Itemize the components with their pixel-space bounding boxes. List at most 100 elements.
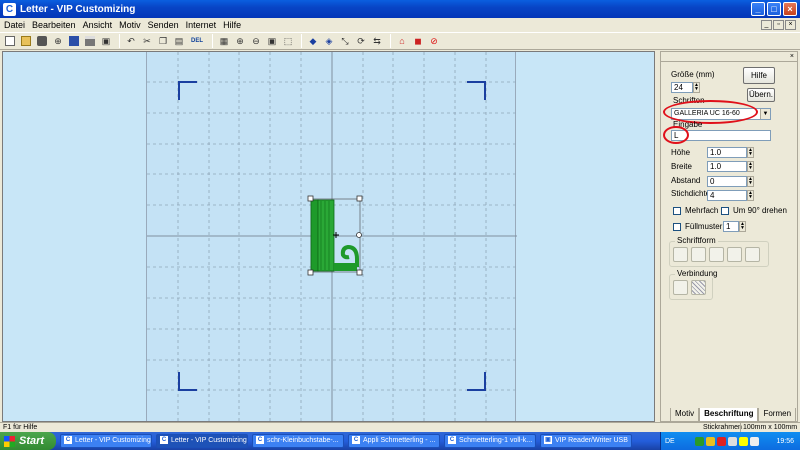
connection-none-button[interactable] bbox=[673, 280, 688, 295]
hoop-area[interactable] bbox=[146, 52, 517, 421]
width-spinner[interactable]: ▲ ▼ bbox=[747, 161, 754, 172]
stitch-icon[interactable]: ◼ bbox=[411, 34, 425, 48]
flip-horizontal-icon[interactable]: ◈ bbox=[322, 34, 336, 48]
spacing-spinner[interactable]: ▲ ▼ bbox=[747, 176, 754, 187]
save-icon[interactable] bbox=[67, 34, 81, 48]
taskbar-item[interactable]: C Letter - VIP Customizing bbox=[60, 434, 152, 448]
home-icon[interactable]: ⌂ bbox=[395, 34, 409, 48]
open-folder-icon[interactable] bbox=[19, 34, 33, 48]
status-frame-size: 100mm x 100mm bbox=[740, 423, 797, 432]
taskbar: Start C Letter - VIP Customizing C Letter … bbox=[0, 432, 800, 450]
close-button[interactable]: × bbox=[783, 2, 797, 16]
tray-app-icon[interactable] bbox=[705, 436, 715, 446]
start-button[interactable]: Start bbox=[0, 432, 56, 450]
menu-internet[interactable]: Internet bbox=[186, 20, 217, 30]
zoom-icon[interactable]: ⊕ bbox=[51, 34, 65, 48]
copy-icon[interactable]: ❐ bbox=[156, 34, 170, 48]
undo-icon[interactable]: ↶ bbox=[124, 34, 138, 48]
paste-icon[interactable]: ▤ bbox=[172, 34, 186, 48]
app-icon: C bbox=[3, 2, 16, 16]
select-icon[interactable]: ⬚ bbox=[281, 34, 295, 48]
toolbar: ⊕ ▣ ↶ ✂ ❐ ▤ DEL ▦ ⊕ ⊖ ▣ ⬚ ◆ ◈ ⤡ ⟳ ⇆ ⌂ ◼ … bbox=[0, 32, 800, 50]
tray-app-icon[interactable] bbox=[749, 436, 759, 446]
menu-hilfe[interactable]: Hilfe bbox=[223, 20, 241, 30]
fill-checkbox[interactable] bbox=[673, 223, 681, 231]
spacing-label: Abstand bbox=[671, 176, 701, 185]
tab-formen[interactable]: Formen bbox=[758, 408, 797, 422]
status-frame-label: Stickrahmen bbox=[703, 424, 742, 431]
grid-icon[interactable]: ▦ bbox=[217, 34, 231, 48]
multiple-label: Mehrfach bbox=[685, 206, 719, 215]
spacing-input[interactable]: 0 bbox=[707, 176, 747, 187]
minimize-button[interactable]: _ bbox=[751, 2, 765, 16]
mirror-icon[interactable]: ⇆ bbox=[370, 34, 384, 48]
shape-arc-down-button[interactable] bbox=[727, 247, 742, 262]
embroidered-letter[interactable] bbox=[307, 195, 363, 277]
taskbar-item[interactable]: C Schmetterling-1 voll-k... bbox=[444, 434, 536, 448]
new-file-icon[interactable] bbox=[3, 34, 17, 48]
shape-circle-button[interactable] bbox=[709, 247, 724, 262]
design-canvas[interactable] bbox=[2, 51, 655, 422]
scale-icon[interactable]: ⤡ bbox=[338, 34, 352, 48]
panel-close-icon[interactable]: × bbox=[790, 53, 794, 60]
print-icon[interactable] bbox=[83, 34, 97, 48]
info-icon[interactable]: ▣ bbox=[99, 34, 113, 48]
shape-group-label: Schriftform bbox=[675, 236, 718, 245]
windows-logo-icon bbox=[4, 435, 15, 447]
flip-vertical-icon[interactable]: ◆ bbox=[306, 34, 320, 48]
size-label: Größe (mm) bbox=[671, 70, 715, 79]
connection-line-button[interactable] bbox=[691, 280, 706, 295]
rotate-icon[interactable]: ⟳ bbox=[354, 34, 368, 48]
menu-motiv[interactable]: Motiv bbox=[119, 20, 141, 30]
mdi-restore-button[interactable]: ▫ bbox=[773, 20, 784, 30]
maximize-button[interactable]: □ bbox=[767, 2, 781, 16]
delete-button[interactable]: DEL bbox=[188, 34, 206, 48]
height-input[interactable]: 1.0 bbox=[707, 147, 747, 158]
multiple-checkbox[interactable] bbox=[673, 207, 681, 215]
menu-ansicht[interactable]: Ansicht bbox=[83, 20, 113, 30]
shape-wave-button[interactable] bbox=[745, 247, 760, 262]
panel-tabs: Motiv Beschriftung Formen bbox=[670, 408, 797, 422]
width-input[interactable]: 1.0 bbox=[707, 161, 747, 172]
taskbar-item[interactable]: C Appli Schmetterling - ... bbox=[348, 434, 440, 448]
chevron-down-icon[interactable]: ▼ bbox=[760, 109, 770, 119]
menu-bearbeiten[interactable]: Bearbeiten bbox=[32, 20, 76, 30]
tray-app-icon[interactable] bbox=[716, 436, 726, 446]
cut-icon[interactable]: ✂ bbox=[140, 34, 154, 48]
tray-app-icon[interactable] bbox=[727, 436, 737, 446]
size-spinner[interactable]: ▲ ▼ bbox=[693, 82, 700, 93]
taskbar-item[interactable]: ▣ VIP Reader/Writer USB bbox=[540, 434, 632, 448]
help-button[interactable]: Hilfe bbox=[743, 67, 775, 84]
menu-datei[interactable]: Datei bbox=[4, 20, 25, 30]
clock[interactable]: 19:56 bbox=[776, 438, 794, 445]
zoom-out-icon[interactable]: ⊖ bbox=[249, 34, 263, 48]
shape-straight-button[interactable] bbox=[673, 247, 688, 262]
stop-icon[interactable]: ⊘ bbox=[427, 34, 441, 48]
mdi-minimize-button[interactable]: _ bbox=[761, 20, 772, 30]
language-indicator[interactable]: DE bbox=[665, 438, 675, 445]
fit-icon[interactable]: ▣ bbox=[265, 34, 279, 48]
camera-icon[interactable] bbox=[35, 34, 49, 48]
zoom-in-icon[interactable]: ⊕ bbox=[233, 34, 247, 48]
taskbar-item[interactable]: Cschr-Kleinbuchstabe-... bbox=[252, 434, 344, 448]
density-input[interactable]: 4 bbox=[707, 190, 747, 201]
title-bar[interactable]: C Letter - VIP Customizing _ □ × bbox=[0, 0, 800, 18]
apply-button[interactable]: Übern. bbox=[747, 88, 775, 102]
rotate-checkbox[interactable] bbox=[721, 207, 729, 215]
density-spinner[interactable]: ▲ ▼ bbox=[747, 190, 754, 201]
mdi-close-button[interactable]: × bbox=[785, 20, 796, 30]
taskbar-item[interactable]: C Letter - VIP Customizing bbox=[156, 434, 248, 448]
tray-app-icon[interactable] bbox=[694, 436, 704, 446]
size-input[interactable]: 24 bbox=[671, 82, 693, 93]
tab-beschriftung[interactable]: Beschriftung bbox=[699, 408, 759, 422]
fill-input[interactable]: 1 bbox=[723, 221, 739, 232]
height-spinner[interactable]: ▲ ▼ bbox=[747, 147, 754, 158]
status-bar: F1 für Hilfe Stickrahmen 100mm x 100mm bbox=[0, 422, 800, 432]
fill-spinner[interactable]: ▲ ▼ bbox=[739, 221, 746, 232]
connection-group-label: Verbindung bbox=[675, 269, 720, 278]
tray-app-icon[interactable] bbox=[738, 436, 748, 446]
menu-bar: Datei Bearbeiten Ansicht Motiv Senden In… bbox=[0, 18, 800, 32]
menu-senden[interactable]: Senden bbox=[148, 20, 179, 30]
shape-arc-up-button[interactable] bbox=[691, 247, 706, 262]
tab-motiv[interactable]: Motiv bbox=[670, 408, 700, 422]
